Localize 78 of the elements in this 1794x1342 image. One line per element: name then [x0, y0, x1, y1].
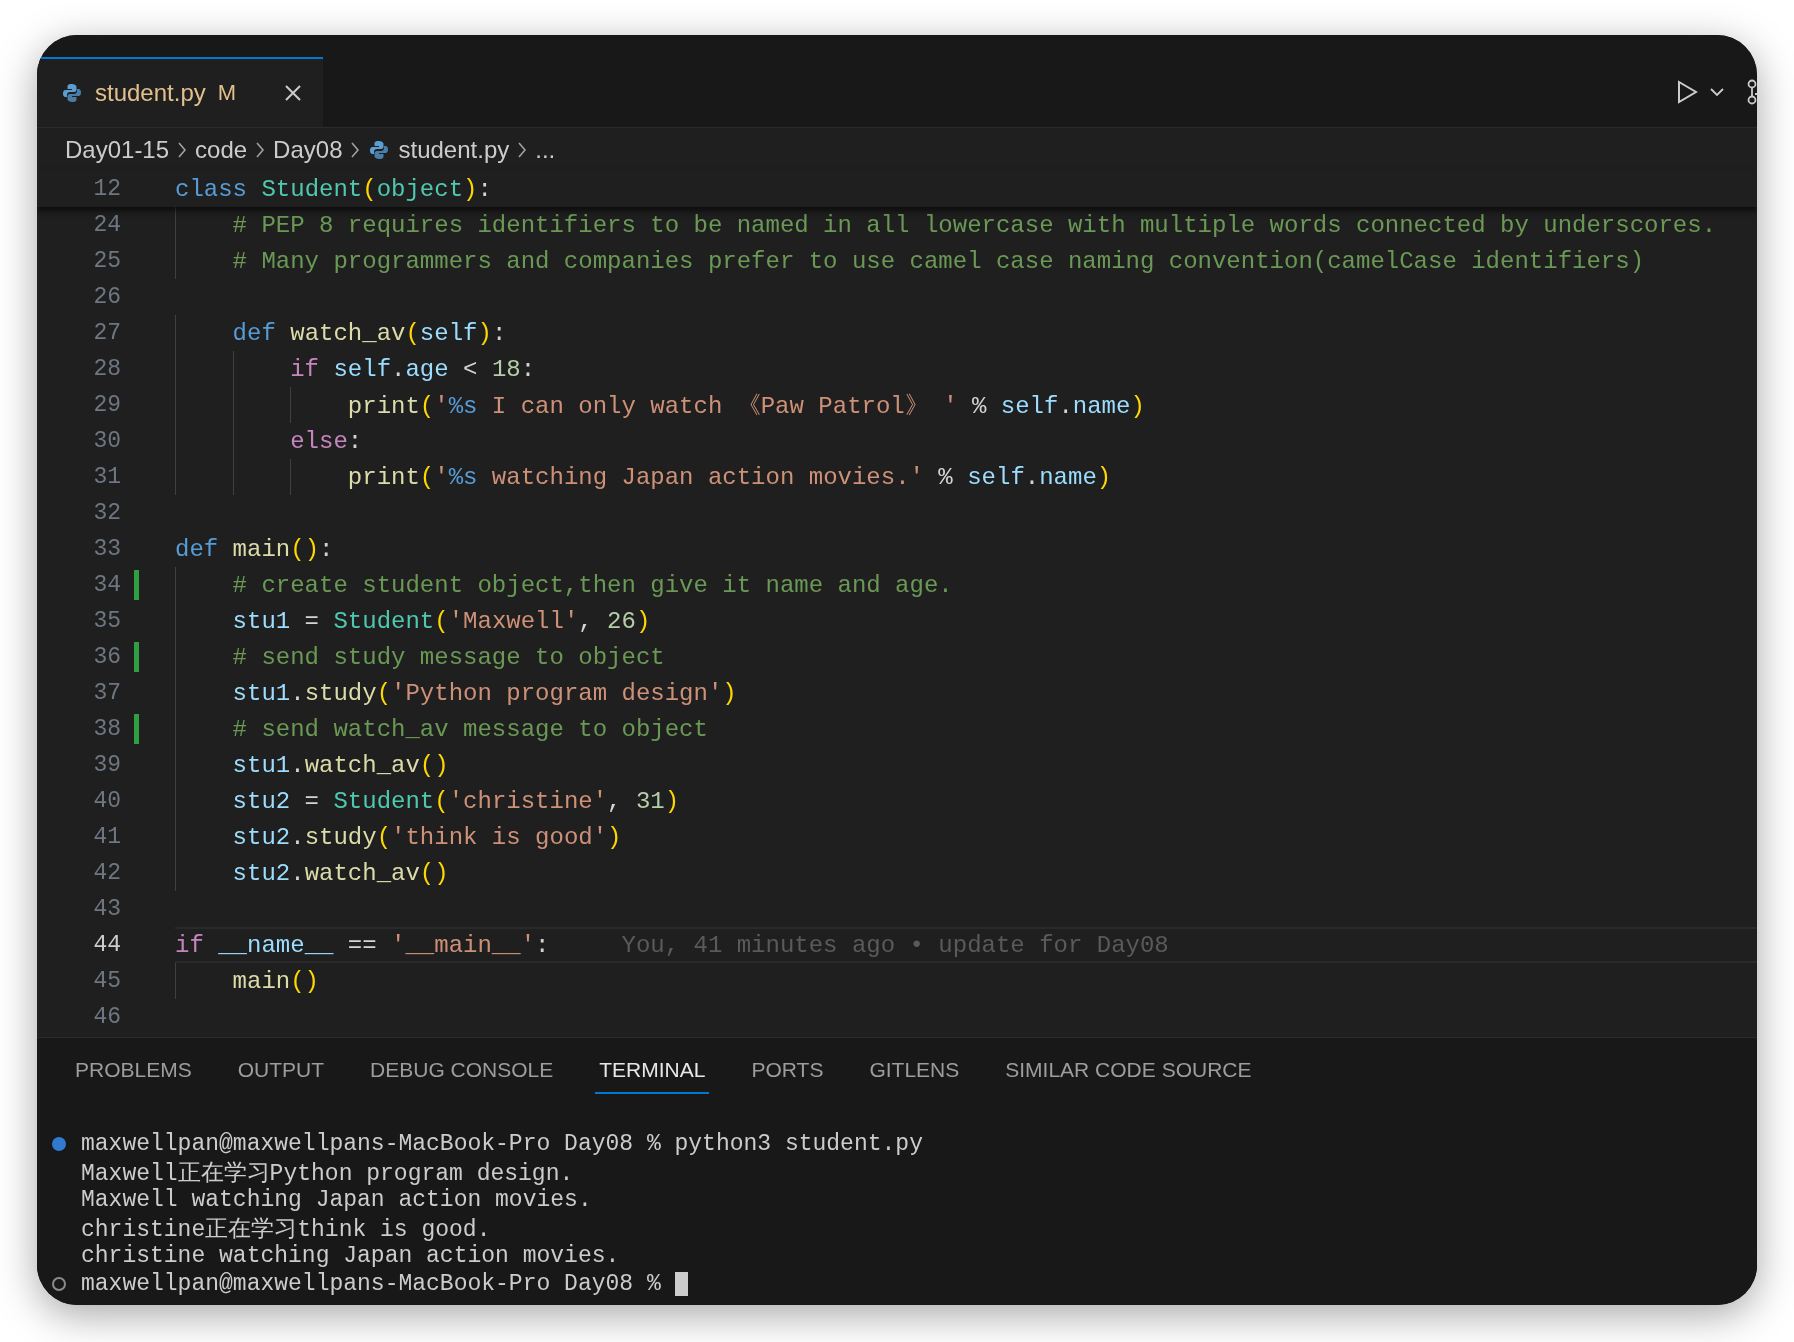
blame-annotation: You, 41 minutes ago • update for Day08	[621, 931, 1169, 959]
line-number: 35	[92, 608, 121, 634]
line-number: 45	[92, 968, 121, 994]
line-number: 43	[92, 896, 121, 922]
line-number: 28	[92, 356, 121, 382]
chevron-icon	[177, 140, 188, 159]
line-number: 27	[92, 320, 121, 346]
chevron-icon	[255, 140, 266, 159]
line-number: 30	[92, 428, 121, 454]
line-number: 37	[92, 680, 121, 706]
line-number: 29	[92, 392, 121, 418]
code-line: stu2.watch_av()	[231, 859, 449, 887]
panel-tab[interactable]: PORTS	[747, 1056, 828, 1094]
code-line: stu1.study('Python program design')	[231, 679, 737, 707]
code-line: print('%s watching Japan action movies.' % self.name)	[346, 463, 1112, 491]
panel-tab[interactable]: SIMILAR CODE SOURCE	[1001, 1056, 1256, 1094]
line-number: 41	[92, 824, 121, 850]
line-number: 25	[92, 248, 121, 274]
breadcrumb-item[interactable]: student.py	[398, 135, 510, 164]
code-line: # create student object,then give it name and age.	[231, 571, 953, 599]
editor-tab[interactable]: student.py M	[37, 57, 323, 127]
code-line: # send study message to object	[231, 643, 665, 671]
breadcrumb-item[interactable]: Day08	[273, 135, 343, 164]
line-number: 46	[92, 1004, 121, 1030]
line-number: 40	[92, 788, 121, 814]
chevron-icon	[350, 140, 361, 159]
line-number: 26	[92, 284, 121, 310]
code-line: # PEP 8 requires identifiers to be named in all lowercase with multiple words connected by underscores.	[231, 211, 1717, 239]
breadcrumb-item[interactable]: Day01-15	[65, 135, 170, 164]
code-line: def watch_av(self):	[231, 319, 507, 347]
code-line: stu1.watch_av()	[231, 751, 449, 779]
run-icon[interactable]	[1675, 79, 1699, 105]
status-circle-icon	[51, 1276, 67, 1292]
panel-tab[interactable]: TERMINAL	[595, 1056, 710, 1094]
python-file-icon	[368, 138, 391, 161]
code-line: stu1 = Student('Maxwell', 26)	[231, 607, 651, 635]
code-line: class Student(object):	[175, 175, 492, 203]
code-line: if self.age < 18:	[289, 355, 536, 383]
code-line: # send watch_av message to object	[231, 715, 708, 743]
line-number: 32	[92, 500, 121, 526]
terminal-line: maxwellpan@maxwellpans-MacBook-Pro Day08 %	[81, 1271, 661, 1297]
terminal-line: christine正在学习think is good.	[81, 1215, 491, 1244]
line-number: 36	[92, 644, 121, 670]
line-number: 38	[92, 716, 121, 742]
panel-tab[interactable]: PROBLEMS	[71, 1056, 196, 1094]
terminal-line: maxwellpan@maxwellpans-MacBook-Pro Day08 % python3 student.py	[81, 1131, 923, 1157]
line-number: 31	[92, 464, 121, 490]
terminal-line: Maxwell watching Japan action movies.	[81, 1187, 592, 1213]
terminal-cursor	[674, 1272, 688, 1296]
status-dot-icon	[51, 1136, 67, 1152]
code-line: def main():	[175, 535, 334, 563]
tab-label: student.py	[95, 79, 206, 107]
breadcrumb-item[interactable]: code	[195, 135, 248, 164]
code-line: else:	[289, 427, 363, 455]
python-file-icon	[61, 82, 83, 104]
breadcrumb-item[interactable]: ...	[535, 135, 556, 164]
line-number: 42	[92, 860, 121, 886]
terminal-line: Maxwell正在学习Python program design.	[81, 1159, 574, 1188]
code-line: # Many programmers and companies prefer to use camel case naming convention(camelCase identifiers)	[231, 247, 1645, 275]
code-line: main()	[231, 967, 320, 995]
terminal-line: christine watching Japan action movies.	[81, 1243, 620, 1269]
code-line: stu2 = Student('christine', 31)	[231, 787, 680, 815]
line-number: 44	[92, 932, 121, 958]
line-number: 24	[92, 212, 121, 238]
code-line: print('%s I can only watch 《Paw Patrol》 ' % self.name)	[346, 392, 1145, 421]
line-number: 34	[92, 572, 121, 598]
line-number: 39	[92, 752, 121, 778]
code-line: if __name__ == '__main__':	[175, 931, 550, 959]
panel-tab[interactable]: OUTPUT	[233, 1056, 329, 1094]
panel-tab[interactable]: GITLENS	[865, 1056, 964, 1094]
caret-icon[interactable]	[1709, 87, 1725, 97]
close-icon[interactable]	[283, 83, 303, 103]
modified-label: M	[217, 80, 237, 106]
chevron-icon	[517, 140, 528, 159]
code-line: stu2.study('think is good')	[231, 823, 622, 851]
line-number: 12	[92, 176, 121, 202]
line-number: 33	[92, 536, 121, 562]
panel-tab[interactable]: DEBUG CONSOLE	[366, 1056, 558, 1094]
